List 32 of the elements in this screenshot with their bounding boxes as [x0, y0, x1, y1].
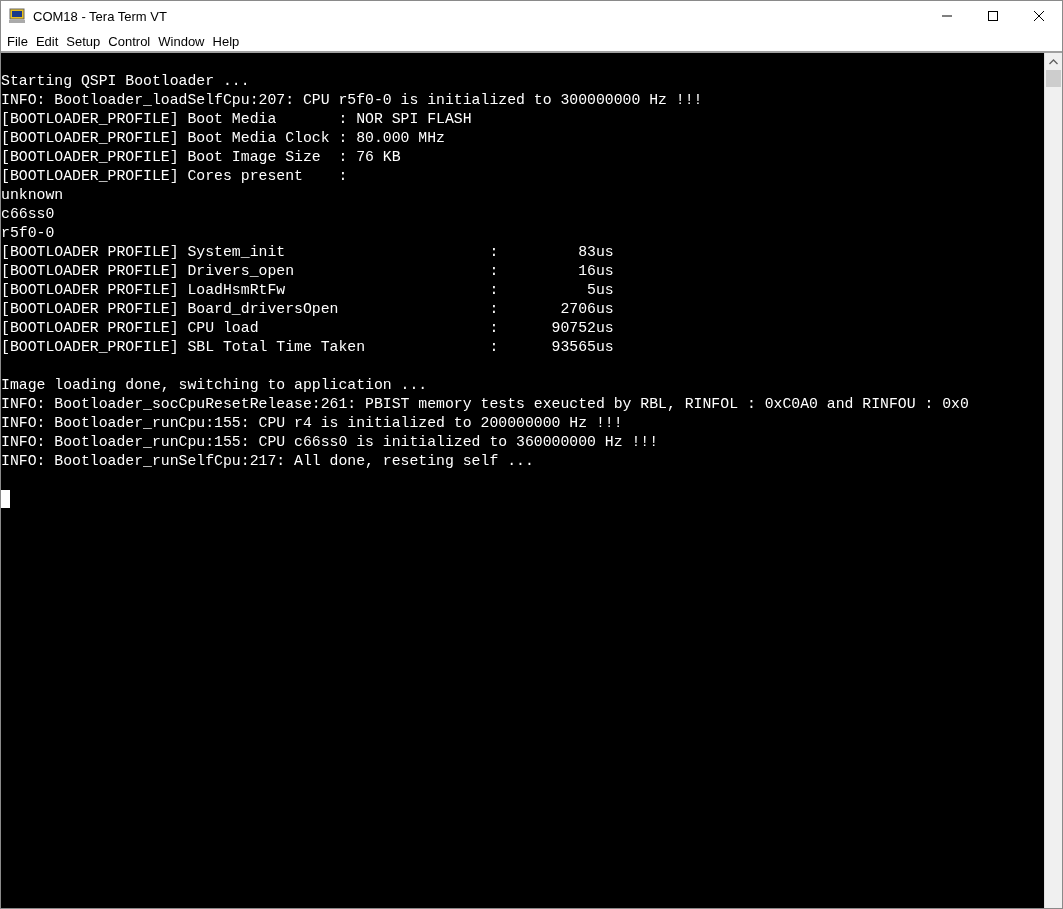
terminal-line: INFO: Bootloader_socCpuResetRelease:261: PBIST memory tests exeucted by RBL, RINFOL : 0xC0A0 and RINFOU : 0x0 — [1, 395, 970, 414]
terminal-line: [BOOTLOADER PROFILE] Board_driversOpen : 2706us — [1, 300, 615, 319]
app-icon — [9, 8, 25, 24]
terminal-line: [BOOTLOADER PROFILE] LoadHsmRtFw : 5us — [1, 281, 615, 300]
menu-item[interactable]: Edit — [31, 31, 63, 51]
terminal-line: [BOOTLOADER_PROFILE] SBL Total Time Taken : 93565us — [1, 338, 615, 357]
terminal-line: unknown — [1, 186, 65, 205]
terminal-line: [BOOTLOADER_PROFILE] Boot Media Clock : 80.000 MHz — [1, 129, 446, 148]
terminal-line: Starting QSPI Bootloader ... — [1, 72, 251, 91]
terminal-line: [BOOTLOADER_PROFILE] Boot Image Size : 76 KB — [1, 148, 402, 167]
terminal-line: INFO: Bootloader_loadSelfCpu:207: CPU r5f0-0 is initialized to 300000000 Hz !!! — [1, 91, 704, 110]
scroll-thumb[interactable] — [1046, 70, 1061, 87]
terminal-line: r5f0-0 — [1, 224, 56, 243]
terminal-line: Image loading done, switching to application ... — [1, 376, 429, 395]
terminal-line: [BOOTLOADER_PROFILE] Boot Media : NOR SPI FLASH — [1, 110, 473, 129]
terminal-line: [BOOTLOADER PROFILE] CPU load : 90752us — [1, 319, 615, 338]
menu-item[interactable]: Window — [154, 31, 209, 51]
scrollbar[interactable] — [1044, 53, 1062, 908]
terminal-line: INFO: Bootloader_runCpu:155: CPU r4 is initialized to 200000000 Hz !!! — [1, 414, 624, 433]
terminal-line: INFO: Bootloader_runSelfCpu:217: All done, reseting self ... — [1, 452, 535, 471]
terminal-line: [BOOTLOADER_PROFILE] Cores present : — [1, 167, 349, 186]
terminal-line: c66ss0 — [1, 205, 56, 224]
terminal-line: INFO: Bootloader_runCpu:155: CPU c66ss0 is initialized to 360000000 Hz !!! — [1, 433, 660, 452]
menu-item[interactable]: Control — [104, 31, 155, 51]
window-title: COM18 - Tera Term VT — [33, 8, 168, 24]
terminal-line: [BOOTLOADER PROFILE] System_init : 83us — [1, 243, 615, 262]
menu-item[interactable]: Setup — [62, 31, 105, 51]
close-icon — [1034, 11, 1044, 21]
menu-item[interactable]: Help — [208, 31, 244, 51]
menu-item[interactable]: File — [3, 31, 32, 51]
maximize-icon — [988, 11, 998, 21]
terminal-line: [BOOTLOADER PROFILE] Drivers_open : 16us — [1, 262, 615, 281]
